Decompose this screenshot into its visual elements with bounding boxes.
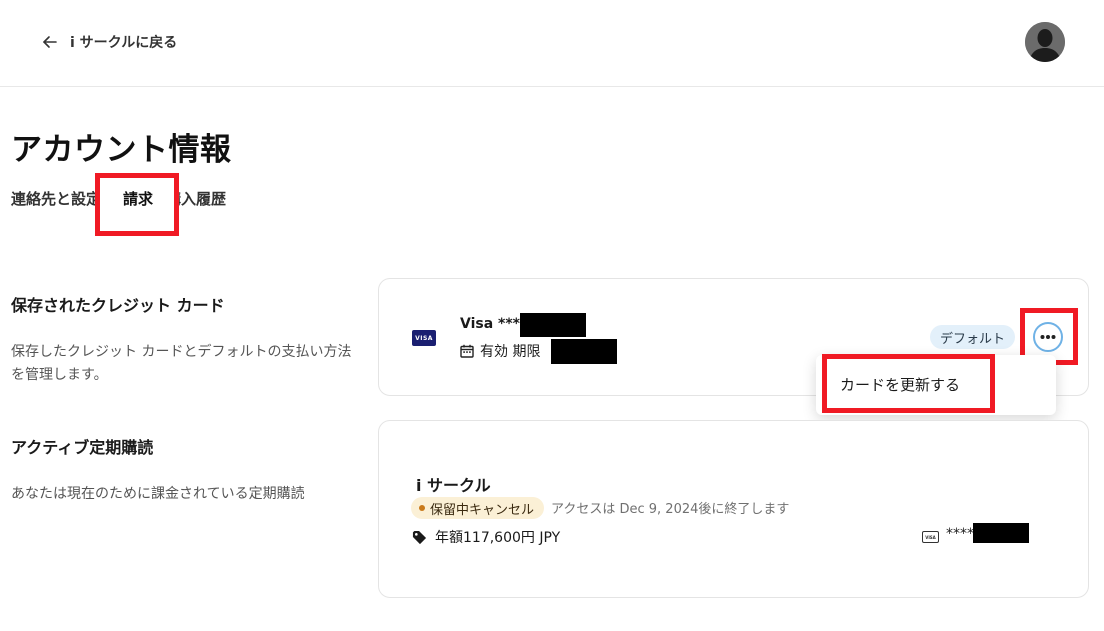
user-silhouette-icon [1025,22,1065,62]
redacted-card-number [520,313,586,337]
arrow-left-icon [43,36,57,48]
menu-item-update-card[interactable]: カードを更新する [840,374,960,395]
card-expiry: 有効 期限 [460,341,540,361]
subscription-panel: i サークル 保留中キャンセル アクセスは Dec 9, 2024後に終了します… [378,420,1089,598]
visa-card-outline-icon: VISA [922,531,939,543]
access-end-note: アクセスは Dec 9, 2024後に終了します [551,502,790,517]
page-title: アカウント情報 [11,132,232,168]
top-bar: i サークルに戻る [0,0,1104,87]
tab-purchase-history[interactable]: 購入履歴 [166,188,226,209]
visa-outline-text: VISA [925,534,936,540]
tab-contact-settings[interactable]: 連絡先と設定 [11,188,101,209]
subscription-card-mask: **** [946,526,974,542]
more-horizontal-icon [1040,335,1056,339]
visa-logo-text: VISA [415,334,433,342]
visa-card-icon: VISA [412,330,436,346]
subscription-name: i サークル [416,476,491,495]
redacted-subscription-card [973,523,1029,543]
status-label: 保留中キャンセル [430,502,535,518]
subscription-price: 年額117,600円 JPY [412,527,560,547]
card-more-options-button[interactable] [1033,322,1063,352]
calendar-icon [460,344,474,358]
card-expiry-label: 有効 期限 [480,344,541,360]
avatar[interactable] [1025,22,1065,62]
saved-cards-title: 保存されたクレジット カード [11,296,225,315]
tab-billing-label-overlay: 請求 [123,190,154,208]
back-link-label: i サークルに戻る [70,35,178,51]
subscriptions-title: アクティブ定期購読 [11,438,154,457]
card-options-menu: カードを更新する [816,355,1056,415]
default-badge: デフォルト [930,325,1016,349]
saved-cards-description: 保存したクレジット カードとデフォルトの支払い方法を管理します。 [11,344,352,383]
back-link[interactable]: i サークルに戻る [42,30,177,54]
price-tag-icon [412,530,427,544]
status-dot-icon [419,505,425,511]
status-badge: 保留中キャンセル [411,497,545,519]
price-label: 年額117,600円 JPY [435,530,561,546]
card-name: Visa **** [460,316,528,332]
subscriptions-description: あなたは現在のために課金されている定期購読 [11,486,305,502]
redacted-card-expiry [551,339,617,364]
